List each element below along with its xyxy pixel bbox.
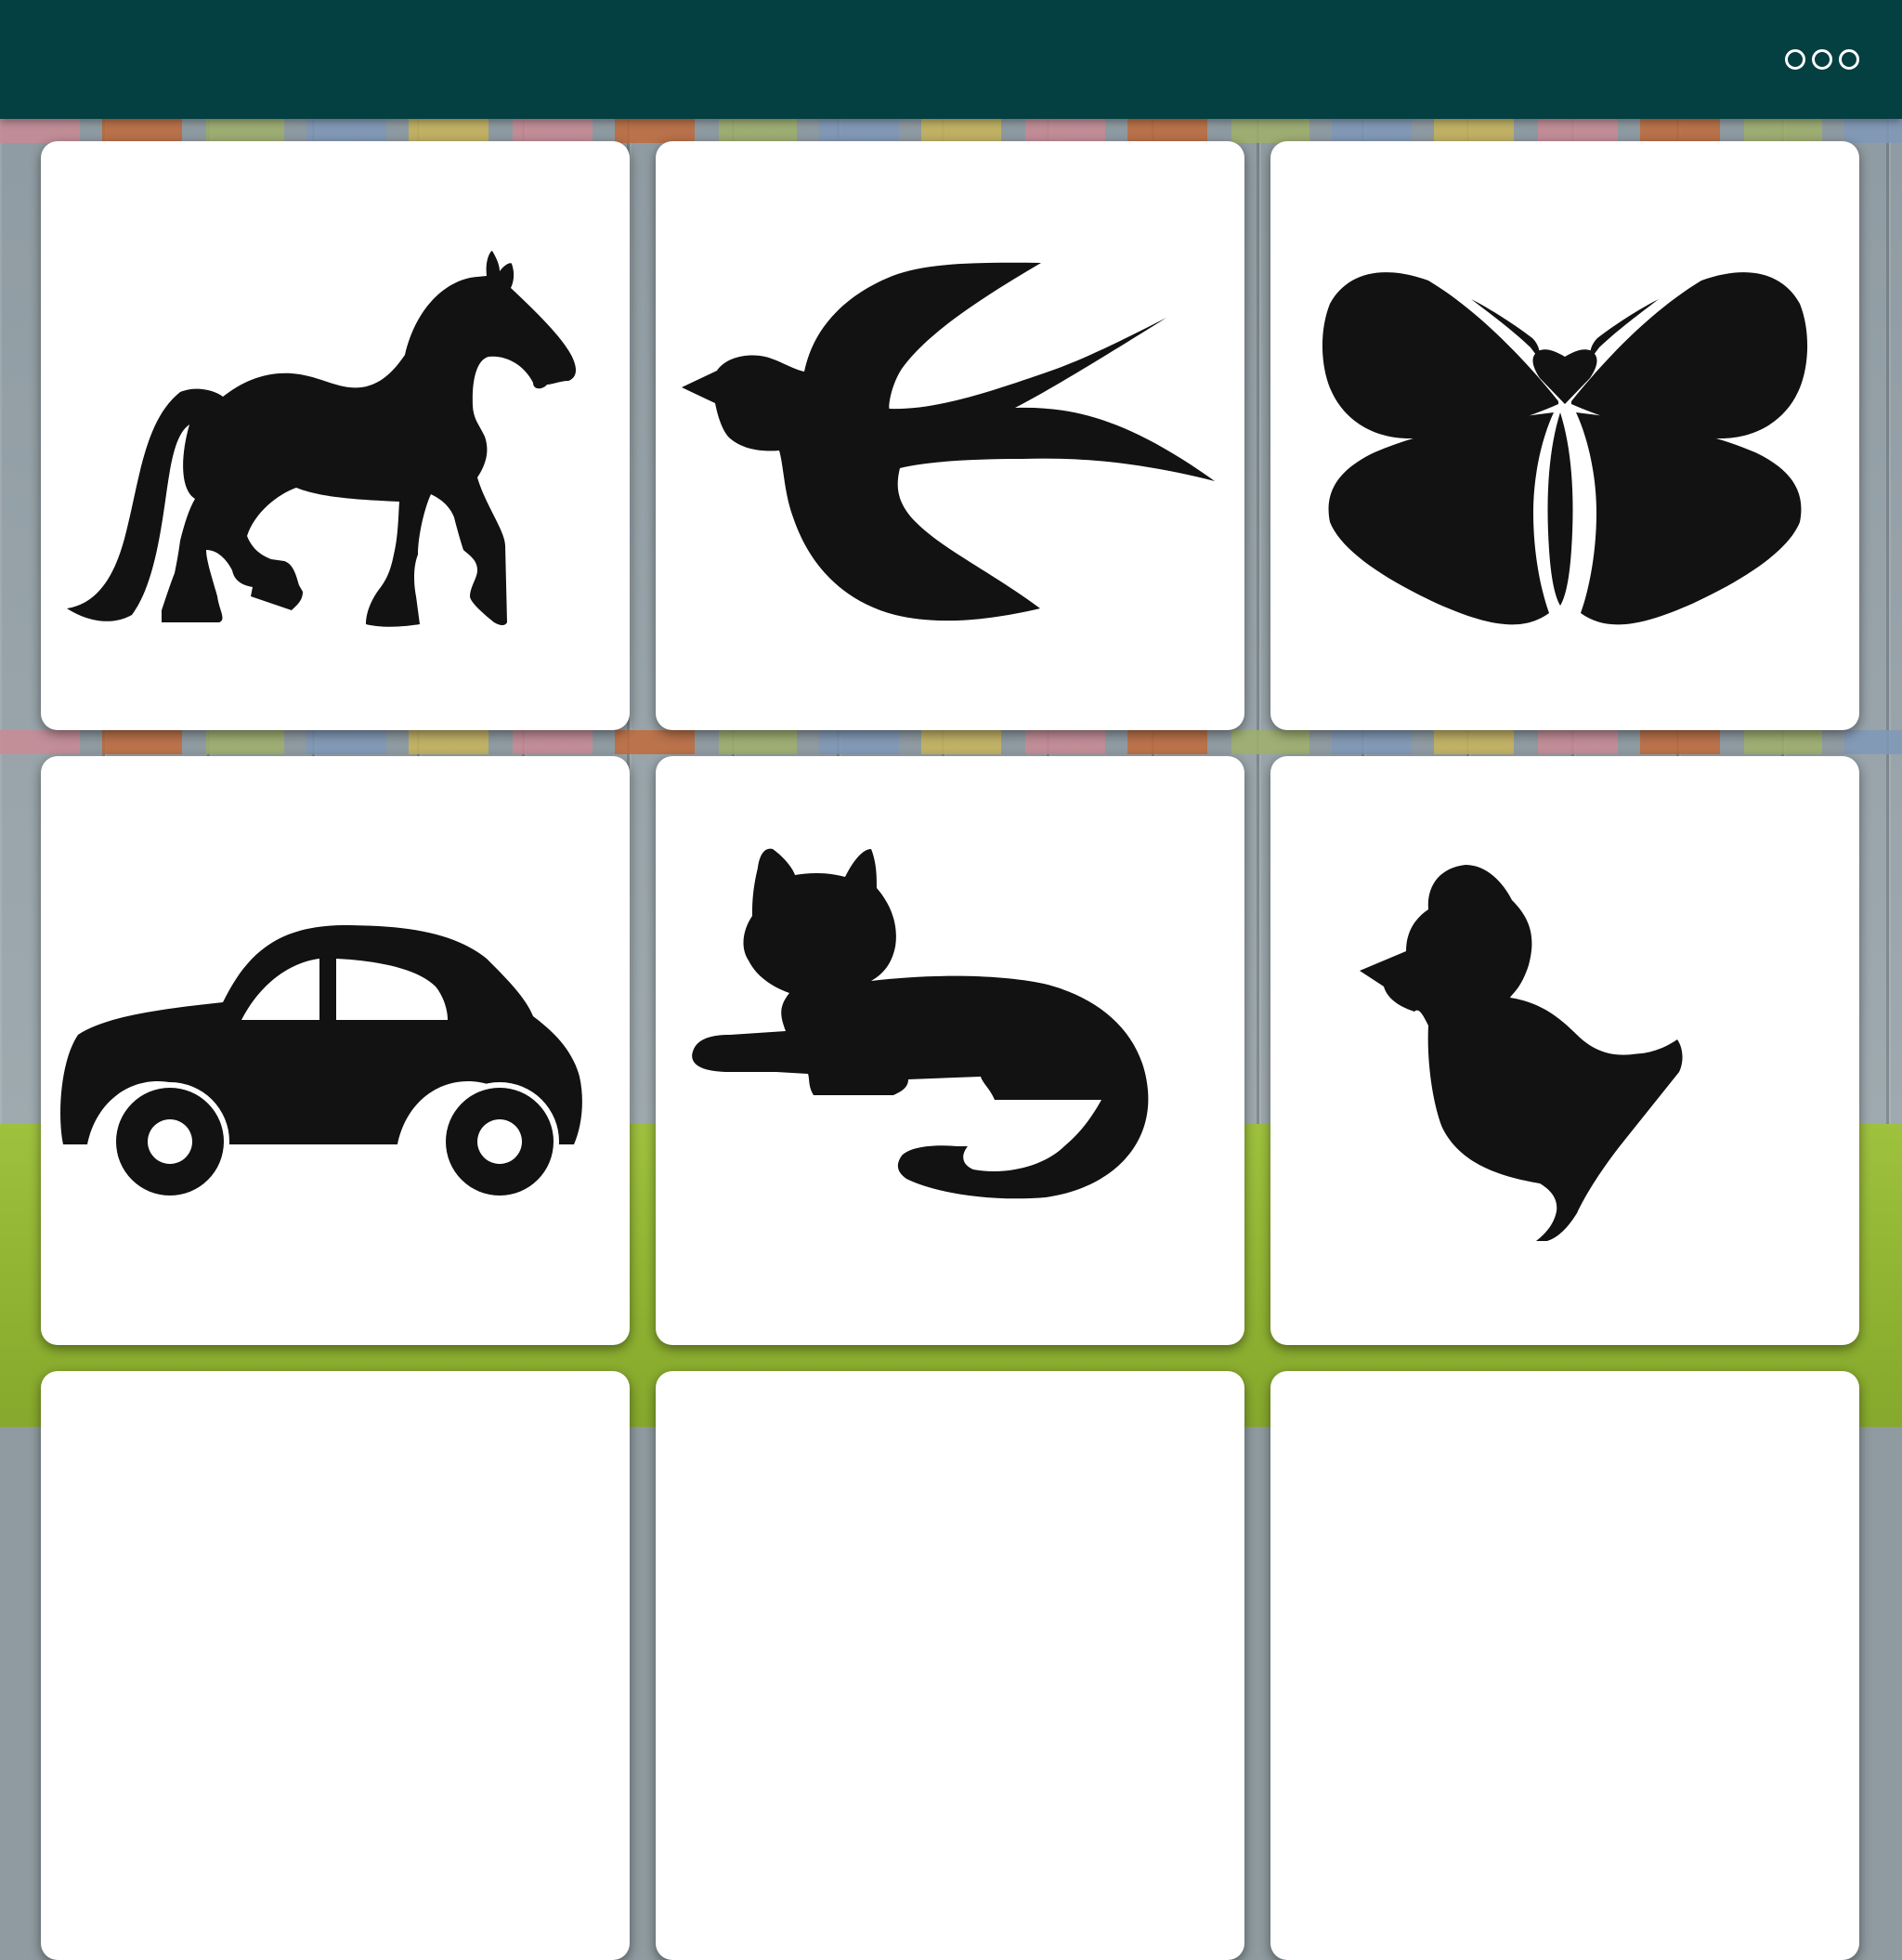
picture-grid — [0, 0, 1902, 1960]
swallow-bird-silhouette-icon — [682, 262, 1215, 621]
menu-dot-icon — [1839, 49, 1859, 70]
cat-silhouette-icon — [692, 848, 1149, 1199]
menu-dot-icon — [1785, 49, 1805, 70]
card-car[interactable] — [41, 756, 630, 1345]
card-row3-col3[interactable] — [1270, 1371, 1859, 1960]
card-horse[interactable] — [41, 141, 630, 730]
butterfly-silhouette-icon — [1322, 272, 1808, 625]
chick-silhouette-icon — [1360, 865, 1683, 1241]
card-butterfly[interactable] — [1270, 141, 1859, 730]
car-silhouette-icon — [60, 925, 582, 1201]
card-row3-col1[interactable] — [41, 1371, 630, 1960]
top-app-bar — [0, 0, 1902, 119]
card-cat[interactable] — [656, 756, 1244, 1345]
card-row3-col2[interactable] — [656, 1371, 1244, 1960]
card-chick[interactable] — [1270, 756, 1859, 1345]
more-options-button[interactable] — [1785, 46, 1859, 72]
horse-silhouette-icon — [67, 251, 577, 627]
menu-dot-icon — [1812, 49, 1832, 70]
card-swallow[interactable] — [656, 141, 1244, 730]
